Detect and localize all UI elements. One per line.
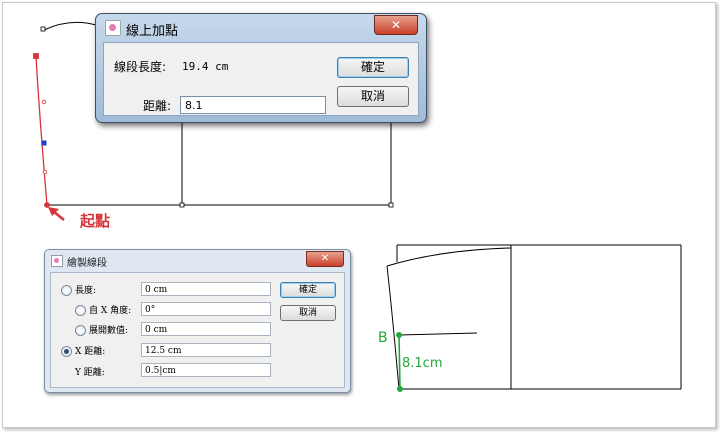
cancel-button[interactable]: 取消 [337,86,409,107]
red-selected-curve [35,55,48,206]
app-icon [105,20,121,36]
angle-label: 自 X 角度: [89,306,132,316]
side-curve-line [386,265,400,390]
offset-input[interactable]: 0 cm [141,322,271,336]
close-button[interactable]: ✕ [374,15,418,35]
dialog-title: 繪製線段 [67,258,107,269]
add-point-dialog: 線上加點 ✕ 線段長度: 19.4 cm 距離: 8.1 確定 取消 [95,13,427,123]
horizontal-segment-line [398,332,478,336]
cancel-button[interactable]: 取消 [280,305,336,321]
blue-inserted-point [41,140,47,146]
app-icon [51,255,63,267]
dialog-title: 線上加點 [126,24,179,39]
angle-input[interactable]: 0° [141,302,271,316]
angle-radio[interactable] [75,305,86,316]
y-distance-input[interactable]: 0.5|cm [141,363,271,377]
x-distance-radio[interactable] [61,346,72,357]
offset-radio[interactable] [75,325,86,336]
curve-node-handle [42,169,48,175]
start-point-handle [44,202,50,208]
dialog-body: 長度: 0 cm 自 X 角度: 0° 展開數值: 0 cm X 距離: 12.… [50,272,345,388]
draw-segment-dialog: 繪製線段 ✕ 長度: 0 cm 自 X 角度: 0° 展開數值: 0 cm X … [44,249,351,393]
segment-length-value: 19.4 cm [182,60,229,73]
y-distance-label: Y 距離: [75,368,105,378]
x-distance-input[interactable]: 12.5 cm [141,343,271,357]
distance-input[interactable]: 8.1 [180,96,326,114]
start-point-label: 起點 [80,212,111,230]
dialog-body: 線段長度: 19.4 cm 距離: 8.1 確定 取消 [103,42,419,116]
offset-label: 展開數值: [89,326,129,336]
top-curve-line [43,21,97,31]
segment-length-label: 線段長度: [114,60,167,74]
curve-node-handle [41,99,47,105]
start-arrow-icon [48,207,65,221]
distance-label: 距離: [143,99,172,113]
length-radio[interactable] [61,285,72,296]
length-label: 長度: [75,286,97,296]
length-input[interactable]: 0 cm [141,282,271,296]
point-b-label: B [378,330,388,346]
ok-button[interactable]: 確定 [337,57,409,78]
green-length-label: 8.1cm [402,356,443,371]
top-curve-line [386,247,512,267]
red-endpoint-handle [33,53,39,59]
ok-button[interactable]: 確定 [280,282,336,298]
x-distance-label: X 距離: [75,347,106,357]
close-button[interactable]: ✕ [306,251,344,267]
